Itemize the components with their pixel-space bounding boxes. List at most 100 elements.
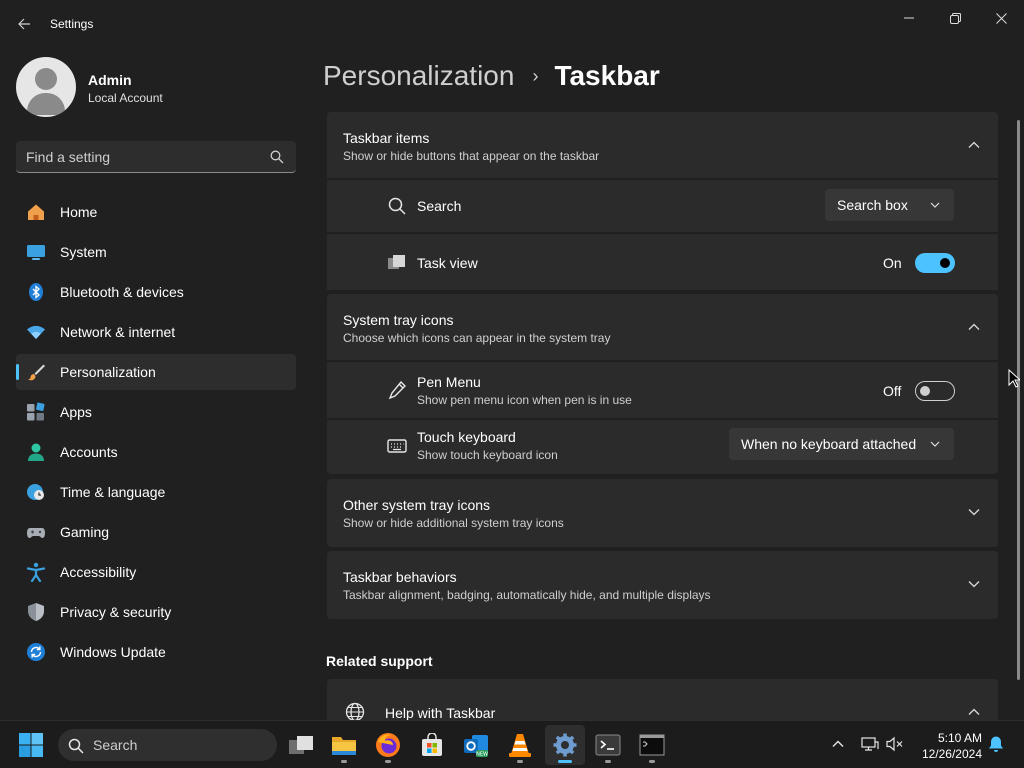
restore-icon (949, 12, 961, 24)
back-arrow-icon (18, 18, 30, 30)
sidebar-item-home[interactable]: Home (16, 194, 296, 230)
pen-menu-toggle[interactable] (915, 381, 955, 401)
volume-tray-icon[interactable] (885, 734, 905, 754)
taskbar-clock[interactable]: 5:10 AM 12/26/2024 (916, 730, 982, 762)
other-tray-section[interactable]: Other system tray icons Show or hide add… (327, 479, 998, 547)
taskbar-app-file-explorer[interactable] (324, 725, 364, 765)
search-mode-dropdown[interactable]: Search box (825, 189, 954, 221)
sidebar-item-system[interactable]: System (16, 234, 296, 270)
taskbar-app-vlc[interactable] (500, 725, 540, 765)
user-profile[interactable]: Admin Local Account (16, 57, 296, 117)
breadcrumb-parent[interactable]: Personalization (323, 60, 514, 92)
toggle-knob (940, 258, 950, 268)
apps-icon (26, 402, 46, 422)
taskbar-app-firefox[interactable] (368, 725, 408, 765)
brush-icon (26, 362, 46, 382)
search-icon[interactable] (270, 150, 284, 164)
globe-icon (345, 702, 365, 720)
chevron-down-icon (930, 441, 940, 447)
pen-menu-subtitle: Show pen menu icon when pen is in use (417, 393, 632, 407)
sidebar-item-accounts[interactable]: Accounts (16, 434, 296, 470)
task-view-label: Task view (417, 255, 478, 271)
sidebar-item-label: Windows Update (60, 644, 166, 660)
sidebar-item-windows-update[interactable]: Windows Update (16, 634, 296, 670)
sidebar-item-privacy[interactable]: Privacy & security (16, 594, 296, 630)
sidebar-item-accessibility[interactable]: Accessibility (16, 554, 296, 590)
vertical-scrollbar[interactable] (1017, 120, 1020, 680)
taskbar-items-header[interactable]: Taskbar items Show or hide buttons that … (327, 112, 998, 178)
dropdown-value: When no keyboard attached (741, 436, 917, 452)
chevron-down-icon (968, 509, 980, 516)
other-tray-header[interactable]: Other system tray icons Show or hide add… (327, 479, 998, 545)
network-tray-icon[interactable] (860, 734, 880, 754)
speaker-muted-icon (886, 736, 903, 752)
section-title: Taskbar items (343, 130, 430, 146)
taskbar-search-label: Search (93, 737, 138, 753)
minimize-button[interactable] (886, 4, 932, 32)
monitor-network-icon (861, 737, 879, 751)
help-with-taskbar-section[interactable]: Help with Taskbar (327, 679, 998, 720)
toggle-knob (920, 386, 930, 396)
toggle-state-label: Off (883, 383, 902, 399)
taskbar-behaviors-section[interactable]: Taskbar behaviors Taskbar alignment, bad… (327, 551, 998, 619)
find-setting-input[interactable] (16, 141, 266, 172)
toggle-state-label: On (883, 255, 902, 271)
taskbar: Search NEW 5:10 AM 12/26/2024 (0, 720, 1024, 768)
settings-window: Settings Admin Local Account Home System (0, 0, 1024, 720)
task-view-icon (388, 255, 405, 269)
taskbar-app-store[interactable] (412, 725, 452, 765)
folder-icon (332, 737, 356, 755)
restore-button[interactable] (932, 4, 978, 32)
sidebar-item-personalization[interactable]: Personalization (16, 354, 296, 390)
sidebar-item-gaming[interactable]: Gaming (16, 514, 296, 550)
back-button[interactable] (12, 12, 36, 36)
sidebar-item-label: Network & internet (60, 324, 176, 340)
sidebar-item-label: Accessibility (60, 564, 137, 580)
sidebar-item-apps[interactable]: Apps (16, 394, 296, 430)
search-icon (388, 197, 406, 215)
touch-keyboard-dropdown[interactable]: When no keyboard attached (729, 428, 954, 460)
title-bar: Settings (0, 0, 1024, 48)
sidebar-item-label: Time & language (60, 484, 166, 500)
touch-keyboard-row: Touch keyboard Show touch keyboard icon … (327, 418, 998, 472)
task-view-toggle[interactable] (915, 253, 955, 273)
taskbar-app-task-view[interactable] (281, 725, 321, 765)
windows-start-icon[interactable] (18, 732, 44, 758)
taskbar-app-command-prompt[interactable] (632, 725, 672, 765)
task-view-row: Task view On (327, 232, 998, 290)
pen-icon (388, 380, 406, 400)
taskbar-app-outlook[interactable]: NEW (456, 725, 496, 765)
sidebar-item-time-language[interactable]: Time & language (16, 474, 296, 510)
touch-keyboard-label: Touch keyboard (417, 429, 516, 445)
close-button[interactable] (978, 4, 1024, 32)
gamepad-icon (26, 522, 46, 542)
related-support-heading: Related support (326, 653, 433, 669)
section-subtitle: Show or hide buttons that appear on the … (343, 149, 600, 163)
taskbar-behaviors-header[interactable]: Taskbar behaviors Taskbar alignment, bad… (327, 551, 998, 617)
user-name: Admin (88, 72, 132, 88)
taskbar-app-terminal[interactable] (588, 725, 628, 765)
keyboard-icon (387, 439, 407, 453)
notifications-button[interactable] (986, 734, 1006, 754)
close-icon (995, 12, 1007, 24)
vlc-icon (509, 734, 531, 757)
mouse-cursor-icon (1008, 369, 1020, 388)
sidebar-item-network[interactable]: Network & internet (16, 314, 296, 350)
breadcrumb-separator: › (532, 65, 539, 86)
wifi-icon (26, 322, 46, 342)
system-tray-section: System tray icons Choose which icons can… (327, 294, 998, 474)
show-hidden-icons-button[interactable] (828, 734, 848, 754)
find-setting-box (16, 141, 296, 173)
system-tray-header[interactable]: System tray icons Choose which icons can… (327, 294, 998, 360)
cmd-icon (639, 734, 665, 756)
taskbar-app-settings[interactable] (545, 725, 585, 765)
avatar (16, 57, 76, 117)
section-subtitle: Show or hide additional system tray icon… (343, 516, 564, 530)
page-title: Taskbar (554, 60, 660, 91)
update-icon (26, 642, 46, 662)
sidebar-item-bluetooth[interactable]: Bluetooth & devices (16, 274, 296, 310)
taskbar-items-section: Taskbar items Show or hide buttons that … (327, 112, 998, 290)
taskbar-search-box[interactable]: Search (58, 729, 277, 761)
breadcrumb: Personalization › Taskbar (323, 58, 660, 94)
section-title: System tray icons (343, 312, 454, 328)
